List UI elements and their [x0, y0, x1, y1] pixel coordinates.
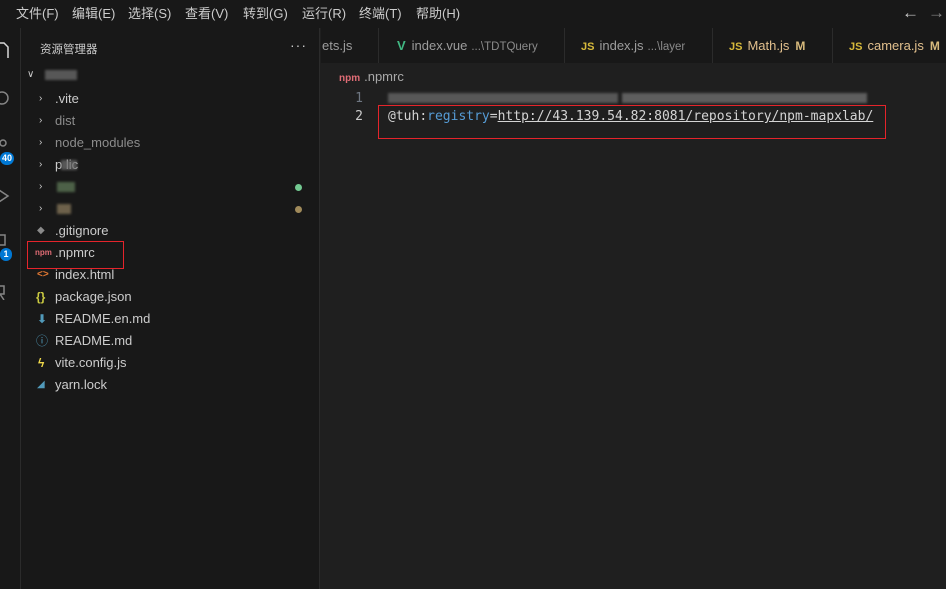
back-arrow-icon[interactable]: ← — [902, 3, 919, 23]
editor-tab-bar: ets.js Vindex.vue ...\TDTQuery JS index.js… — [321, 28, 946, 63]
git-modified-dot — [295, 206, 302, 213]
modified-indicator: M — [795, 39, 806, 53]
blurred-region — [622, 93, 867, 103]
extensions-icon[interactable] — [0, 233, 10, 249]
menu-help[interactable]: 帮助(H) — [416, 0, 460, 28]
tree-item-folder-blurred-2[interactable]: › — [21, 198, 319, 220]
tab-ets-js[interactable]: ets.js — [321, 28, 379, 63]
tree-item-dist[interactable]: › dist — [21, 110, 319, 132]
chevron-right-icon: › — [39, 203, 43, 214]
tree-item-label: README.md — [55, 333, 133, 348]
explorer-title: 资源管理器 — [40, 44, 98, 56]
extensions-badge: 1 — [0, 248, 12, 261]
breadcrumb[interactable]: npm .npmrc — [339, 69, 404, 84]
more-actions-icon[interactable]: ··· — [290, 37, 307, 53]
markdown-download-icon: ⬇ — [37, 312, 48, 326]
tree-item-readme-en[interactable]: ⬇ README.en.md — [21, 308, 319, 330]
modified-indicator: M — [929, 39, 940, 53]
tab-label: camera.js — [867, 38, 924, 53]
js-icon: JS — [581, 41, 595, 53]
search-icon[interactable] — [0, 90, 10, 106]
tab-label: Math.js — [747, 38, 790, 53]
run-debug-icon[interactable] — [0, 188, 12, 204]
explorer-sidebar: 资源管理器 ··· ∨ › .vite › dist › node_module… — [21, 28, 320, 589]
menu-selection[interactable]: 选择(S) — [128, 0, 171, 28]
tree-item-public[interactable]: › p lic — [21, 154, 319, 176]
git-icon: ◆ — [37, 225, 45, 236]
json-icon: {} — [36, 290, 46, 304]
tree-item-label: .vite — [55, 91, 79, 106]
tab-description: ...\TDTQuery — [471, 41, 538, 53]
menu-terminal[interactable]: 终端(T) — [359, 0, 402, 28]
tree-item-node-modules[interactable]: › node_modules — [21, 132, 319, 154]
tab-label: index.vue — [411, 38, 468, 53]
line-number: 1 — [355, 91, 363, 106]
tree-item-label: yarn.lock — [55, 377, 108, 392]
tab-camera-js[interactable]: JS camera.js M — [833, 28, 946, 63]
blurred-region — [61, 160, 77, 170]
tree-item-label: README.en.md — [55, 311, 151, 326]
vue-icon: V — [397, 38, 406, 53]
tab-label: index.js — [599, 38, 644, 53]
tree-item-label: node_modules — [55, 135, 141, 150]
npmrc-highlight-box — [27, 241, 124, 269]
root-folder[interactable]: ∨ — [21, 64, 319, 86]
chevron-right-icon: › — [39, 181, 43, 192]
registry-highlight-box — [378, 105, 886, 139]
tab-description: ...\layer — [647, 41, 686, 53]
menu-bar: 文件(F) 编辑(E) 选择(S) 查看(V) 转到(G) 运行(R) 终端(T… — [0, 0, 946, 28]
blurred-region — [388, 93, 618, 103]
tree-item-gitignore[interactable]: ◆ .gitignore — [21, 220, 319, 242]
info-icon: ⓘ — [36, 334, 49, 348]
yarn-icon: ◢ — [37, 379, 45, 390]
js-icon: JS — [849, 41, 863, 53]
tab-math-js[interactable]: JS Math.js M — [713, 28, 833, 63]
tree-item-yarn-lock[interactable]: ◢ yarn.lock — [21, 374, 319, 396]
tab-label: ets.js — [322, 38, 353, 53]
chevron-down-icon: ∨ — [27, 69, 35, 80]
menu-file[interactable]: 文件(F) — [16, 0, 59, 28]
menu-view[interactable]: 查看(V) — [185, 0, 228, 28]
line-1-blurred — [388, 92, 868, 106]
tab-index-vue[interactable]: Vindex.vue ...\TDTQuery — [379, 28, 565, 63]
chevron-right-icon: › — [39, 115, 43, 126]
menu-go[interactable]: 转到(G) — [243, 0, 288, 28]
tab-index-js[interactable]: JS index.js ...\layer — [565, 28, 713, 63]
menu-run[interactable]: 运行(R) — [302, 0, 346, 28]
tree-item-label: vite.config.js — [55, 355, 127, 370]
explorer-icon[interactable] — [0, 42, 10, 58]
remote-explorer-icon[interactable] — [0, 284, 10, 300]
js-icon: JS — [729, 41, 743, 53]
tree-item-label: dist — [55, 113, 76, 128]
vite-icon: ϟ — [38, 356, 45, 370]
chevron-right-icon: › — [39, 93, 43, 104]
tree-item-vite[interactable]: › .vite — [21, 88, 319, 110]
tree-item-vite-config[interactable]: ϟ vite.config.js — [21, 352, 319, 374]
git-added-dot — [295, 184, 302, 191]
breadcrumb-file: .npmrc — [364, 69, 404, 84]
tree-item-label: .gitignore — [55, 223, 109, 238]
root-folder-name-blurred — [45, 70, 77, 80]
chevron-right-icon: › — [39, 137, 43, 148]
line-number-active: 2 — [355, 109, 363, 124]
blurred-region — [57, 204, 71, 214]
tree-item-package-json[interactable]: {} package.json — [21, 286, 319, 308]
npm-icon: npm — [339, 73, 361, 84]
activity-bar: 40 1 — [0, 28, 21, 589]
tree-item-label: package.json — [55, 289, 132, 304]
menu-edit[interactable]: 编辑(E) — [72, 0, 115, 28]
forward-arrow-icon[interactable]: → — [928, 3, 945, 23]
chevron-right-icon: › — [39, 159, 43, 170]
source-control-badge: 40 — [0, 152, 14, 165]
tree-item-folder-blurred-1[interactable]: › — [21, 176, 319, 198]
blurred-region — [57, 182, 75, 192]
code-editor[interactable]: npm .npmrc 1 2 @tuh:registry=http://43.13… — [321, 63, 946, 589]
tree-item-readme[interactable]: ⓘ README.md — [21, 330, 319, 352]
